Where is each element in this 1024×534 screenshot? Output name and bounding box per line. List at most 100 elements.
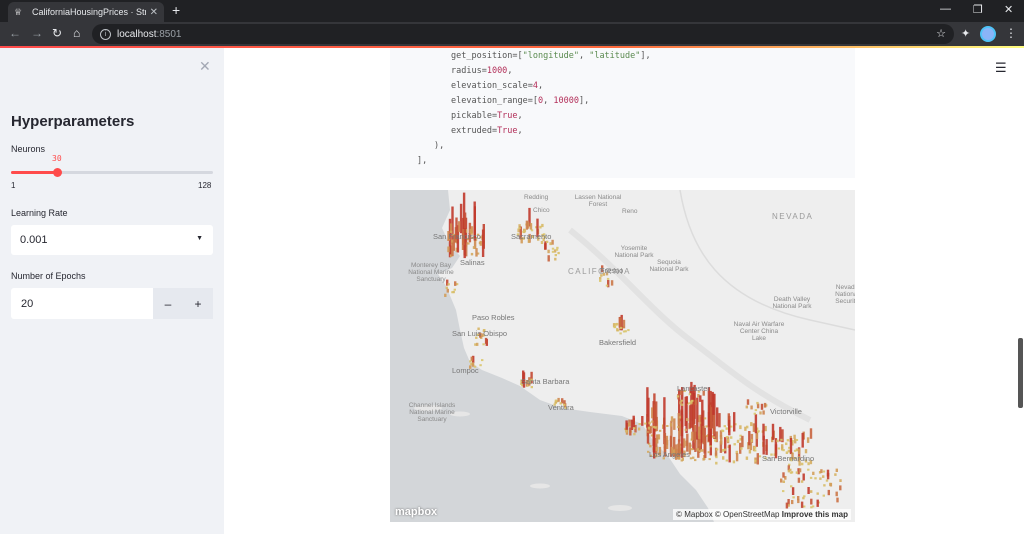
hexagon-bar [829,482,832,486]
learning-rate-select[interactable]: 0.001 ▼ [11,225,213,255]
hexagon-bar [613,325,617,328]
hexagon-bar [482,343,485,346]
neurons-slider-thumb[interactable] [52,168,62,177]
sidebar-close-icon[interactable]: ✕ [199,58,211,75]
tab-close-icon[interactable]: ✕ [150,7,158,18]
hexagon-bar [637,427,641,431]
hexagon-bar [693,424,697,443]
hexagon-bar [599,277,602,280]
epochs-decrement-button[interactable]: – [153,288,183,319]
hexagon-bar [606,277,610,280]
hexagon-bar [800,501,804,508]
hexagon-bar [820,469,823,473]
tab-title: CaliforniaHousingPrices · Streamlit [32,7,146,17]
hexagon-bar [475,248,478,257]
hexagon-bar [692,456,695,459]
new-tab-icon[interactable]: + [172,2,180,18]
pydeck-map[interactable]: NEVADA CALIFORNIA Reno Redding Chico Lassen N… [390,190,855,522]
hexagon-bar [764,425,767,432]
hexagon-bar [616,328,619,332]
address-bar[interactable]: i localhost:8501 ☆ [92,24,954,44]
hexagon-bar [787,449,790,453]
extensions-icon[interactable]: ✦ [961,27,970,40]
back-icon[interactable]: ← [9,26,21,40]
reload-icon[interactable]: ↻ [52,26,62,40]
hexagon-bar [786,439,790,442]
epochs-input[interactable]: 20 [11,288,153,319]
sidebar: ✕ Hyperparameters Neurons 30 1 128 Learn… [0,48,224,534]
minimize-icon[interactable]: — [940,3,951,15]
site-info-icon[interactable]: i [100,28,111,40]
hexagon-bar [467,242,470,245]
streamlit-menu-icon[interactable]: ☰ [995,60,1007,76]
hexagon-bar [756,401,759,405]
profile-avatar[interactable] [980,26,996,42]
hexagon-bar [732,460,736,464]
learning-rate-label: Learning Rate [11,208,68,218]
hexagon-bar [691,431,694,440]
home-icon[interactable]: ⌂ [73,26,80,40]
hexagon-bar [757,430,760,433]
hexagon-bar [705,425,708,428]
browser-tab[interactable]: ♕ CaliforniaHousingPrices · Streamlit ✕ [8,2,164,22]
hexagon-bar [726,439,730,442]
hexagon-bar [730,436,733,439]
neurons-slider-fill [11,171,58,174]
restore-icon[interactable]: ❐ [973,3,983,16]
map-label: Naval Air Warfare Center China Lake [733,321,785,342]
hexagon-bar [698,430,701,439]
hexagon-bar [827,489,830,496]
hexagon-bar [622,319,626,329]
hexagon-bar [822,470,826,473]
code-line: radius=1000, [451,66,513,76]
hexagon-bar [712,414,715,435]
hexagon-bar [641,416,644,426]
mapbox-logo[interactable]: mapbox [395,506,437,518]
page-scrollbar[interactable] [1018,338,1023,408]
hexagon-bar [785,502,789,509]
forward-icon[interactable]: → [31,26,43,40]
hexagon-bar [800,480,804,483]
hexagon-bar [735,453,739,462]
hexagon-bar [476,342,479,346]
bookmark-star-icon[interactable]: ☆ [936,27,946,40]
epochs-increment-button[interactable]: + [183,288,213,319]
map-attribution[interactable]: © Mapbox © OpenStreetMap Improve this ma… [673,509,851,520]
hexagon-bar [715,455,718,459]
hexagon-bar [826,472,830,480]
hexagon-bar [750,439,753,442]
neurons-slider[interactable] [11,168,213,177]
window-close-icon[interactable]: ✕ [1004,3,1013,16]
hexagon-bar [554,254,557,257]
map-label: San Bernardino [762,454,815,463]
hexagon-bar [825,479,829,482]
hexagon-bar [714,439,717,442]
hexagon-bar [720,437,723,445]
hexagon-bar [782,490,785,493]
hexagon-bar [834,473,837,476]
hexagon-bar [754,409,758,412]
hexagon-bar [715,448,719,451]
attribution-copyright[interactable]: © Mapbox © OpenStreetMap [676,510,779,519]
hexagon-bar [797,499,800,504]
streamlit-crown-icon: ♕ [14,6,23,17]
code-line: elevation_scale=4, [451,81,544,91]
hexagon-bar [653,425,656,429]
hexagon-bar [685,396,688,404]
hexagon-bar [470,252,474,256]
hexagon-bar [777,447,781,450]
hexagon-bar [725,427,728,430]
hexagon-bar [530,229,534,232]
hexagon-bar [689,457,693,460]
map-label: NEVADA [772,212,814,221]
map-label: Nevada National Security [835,284,855,305]
hexagon-bar [819,477,822,480]
browser-menu-icon[interactable]: ⋮ [1005,26,1017,40]
improve-map-link[interactable]: Improve this map [782,510,848,519]
hexagon-bar [699,395,702,402]
hexagon-bar [723,425,726,428]
code-line: ], [417,156,428,166]
hexagon-bar [638,423,641,425]
hexagon-bar [793,434,796,439]
hexagon-bar [554,257,557,261]
